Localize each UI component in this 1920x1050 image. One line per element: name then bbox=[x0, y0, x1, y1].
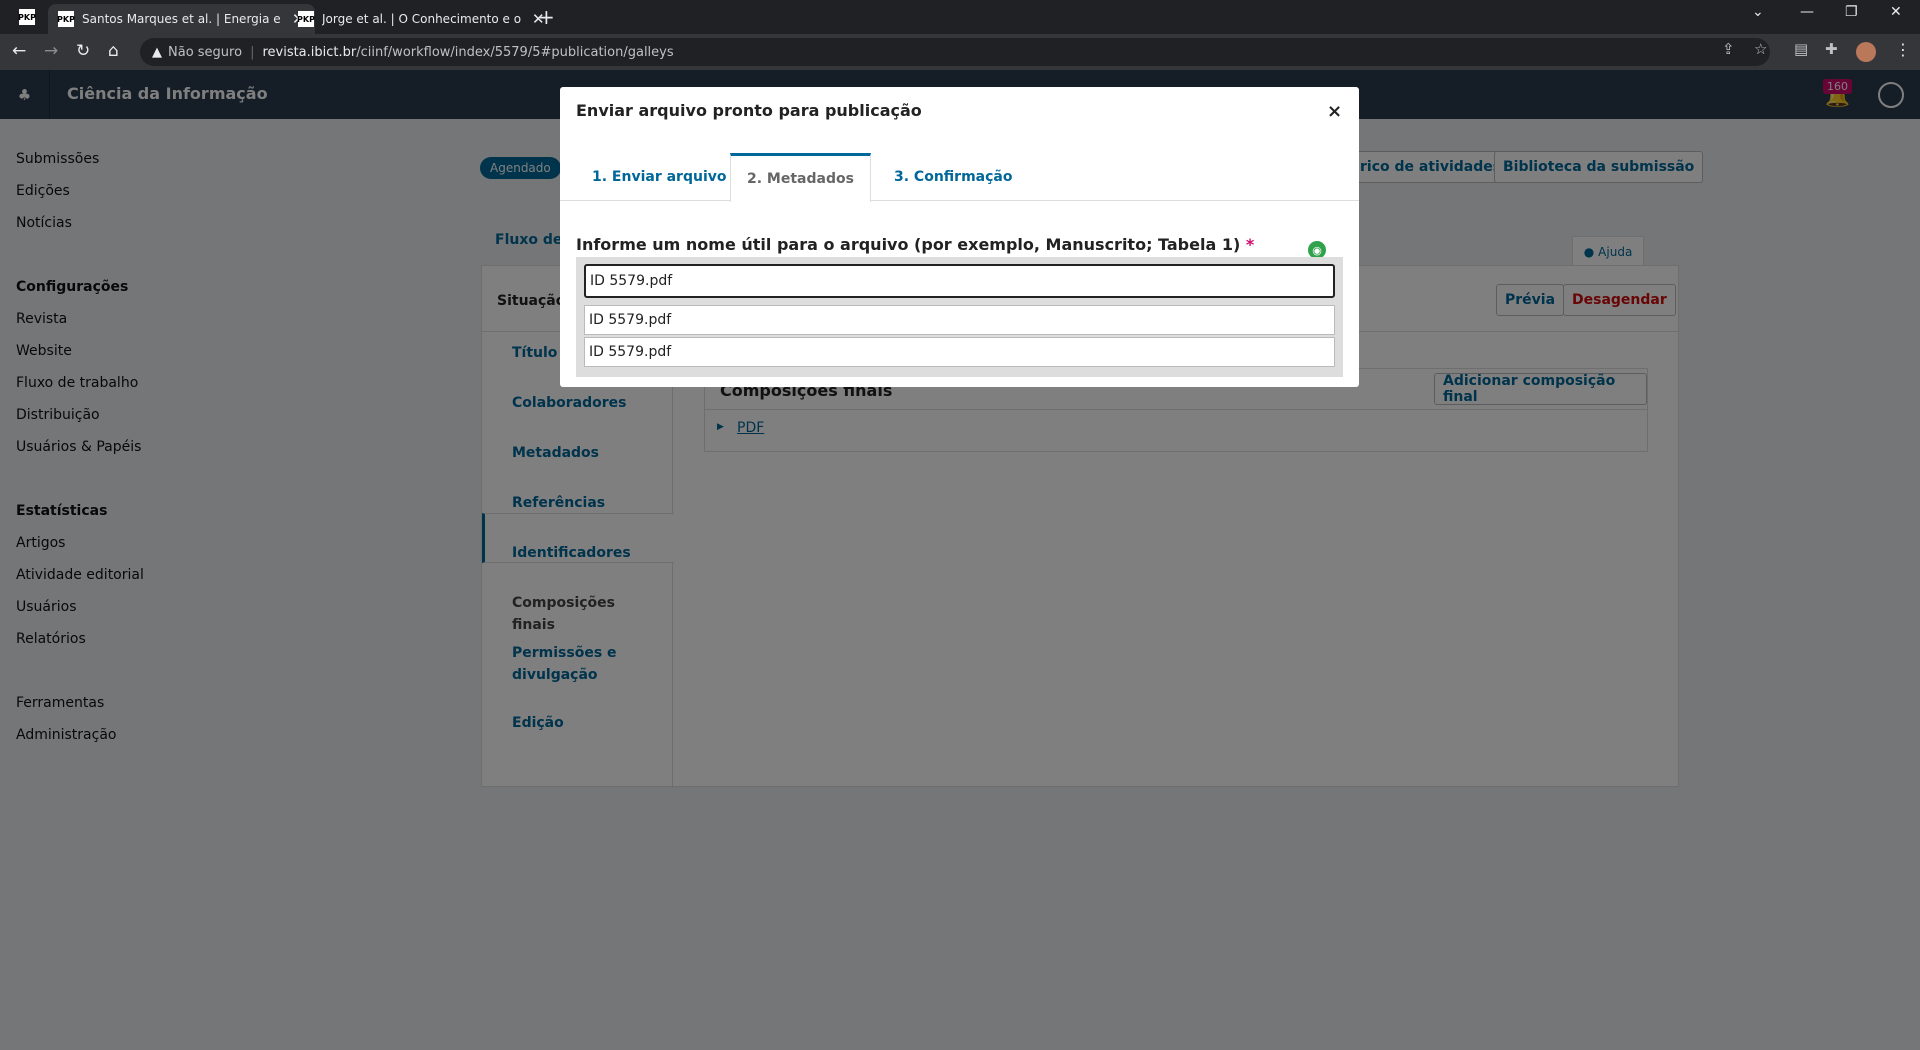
modal-tabs: 1. Enviar arquivo 2. Metadados 3. Confir… bbox=[560, 153, 1359, 202]
close-icon[interactable]: × bbox=[1327, 101, 1342, 122]
tab-title: Santos Marques et al. | Energia e bbox=[82, 12, 281, 26]
tab-enviar-arquivo[interactable]: 1. Enviar arquivo bbox=[576, 153, 743, 201]
share-icon[interactable]: ⇪ bbox=[1722, 40, 1735, 58]
reading-list-icon[interactable]: ▤ bbox=[1794, 40, 1808, 58]
browser-menu-icon[interactable]: ⋮ bbox=[1895, 40, 1911, 59]
extensions-icon[interactable]: ✚ bbox=[1825, 40, 1838, 58]
new-tab-button[interactable]: + bbox=[538, 5, 555, 29]
restore-icon[interactable]: ❐ bbox=[1845, 4, 1858, 20]
field-label-text: Informe um nome útil para o arquivo (por… bbox=[576, 235, 1241, 254]
tab-confirmacao[interactable]: 3. Confirmação bbox=[878, 153, 1028, 201]
tab-favicon: PKP bbox=[57, 11, 75, 27]
url-path: /ciinf/workflow/index/5579/5#publication… bbox=[356, 44, 674, 60]
address-bar[interactable]: ▲ Não seguro | revista.ibict.br /ciinf/w… bbox=[140, 38, 1770, 66]
security-label: Não seguro bbox=[168, 44, 243, 60]
home-icon[interactable]: ⌂ bbox=[108, 41, 119, 61]
forward-icon[interactable]: → bbox=[44, 41, 58, 61]
url-host: revista.ibict.br bbox=[262, 44, 357, 60]
browser-tab-2[interactable]: PKP Jorge et al. | O Conhecimento e o ✕ bbox=[288, 4, 555, 34]
file-name-input[interactable] bbox=[584, 264, 1335, 298]
minimize-icon[interactable]: — bbox=[1800, 4, 1814, 20]
browser-toolbar: ← → ↻ ⌂ ▲ Não seguro | revista.ibict.br … bbox=[0, 34, 1920, 70]
browser-tab-1[interactable]: PKP Santos Marques et al. | Energia e ✕ bbox=[48, 4, 315, 34]
warning-icon: ▲ bbox=[152, 44, 162, 60]
browser-tab-bar: PKP PKP Santos Marques et al. | Energia … bbox=[0, 0, 1920, 34]
file-name-input-locale-1[interactable] bbox=[584, 305, 1335, 335]
pinned-tab-favicon[interactable]: PKP bbox=[18, 9, 36, 25]
bookmark-star-icon[interactable]: ☆ bbox=[1754, 40, 1767, 58]
tab-metadados-modal[interactable]: 2. Metadados bbox=[730, 153, 871, 202]
back-icon[interactable]: ← bbox=[12, 41, 26, 61]
close-window-icon[interactable]: ✕ bbox=[1890, 4, 1902, 20]
profile-avatar[interactable] bbox=[1856, 42, 1876, 62]
required-marker: * bbox=[1245, 235, 1255, 254]
file-name-input-locale-2[interactable] bbox=[584, 337, 1335, 367]
modal-title: Enviar arquivo pronto para publicação bbox=[576, 101, 922, 120]
separator: | bbox=[250, 44, 255, 60]
tab-search-icon[interactable]: ⌄ bbox=[1752, 4, 1764, 20]
reload-icon[interactable]: ↻ bbox=[76, 41, 90, 61]
tab-title: Jorge et al. | O Conhecimento e o bbox=[322, 12, 522, 26]
tab-favicon: PKP bbox=[297, 11, 315, 27]
field-label: Informe um nome útil para o arquivo (por… bbox=[576, 235, 1254, 254]
